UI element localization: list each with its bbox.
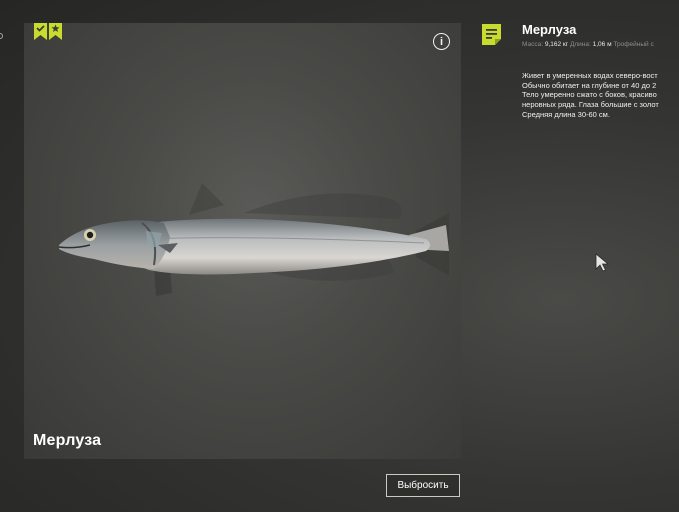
fish-card: i Мерлуза	[24, 23, 461, 459]
bookmark-check-icon	[34, 23, 47, 40]
detail-title: Мерлуза	[522, 22, 577, 37]
fish-detail-screen: i Мерлуза Выбросить Мерлуза Масса: 9,162…	[0, 0, 679, 512]
mass-label: Масса:	[522, 41, 544, 48]
fish-image	[58, 183, 449, 296]
edge-indicator	[0, 33, 3, 39]
description-line: Средняя длина 30-60 см.	[522, 109, 610, 119]
fish-description: Живет в умеренных водах северо-вост Обыч…	[522, 71, 679, 120]
discard-button[interactable]: Выбросить	[386, 474, 460, 497]
description-line: Обычно обитает на глубине от 40 до 2	[522, 80, 657, 90]
fish-stats: Масса: 9,162 кг Длина: 1,06 м Трофейный …	[522, 41, 654, 48]
length-value: 1,06 м	[592, 41, 612, 48]
fish-title: Мерлуза	[33, 432, 102, 449]
description-line: Живет в умеренных водах северо-вост	[522, 71, 658, 80]
mouse-cursor-icon	[595, 253, 610, 272]
note-icon	[482, 24, 501, 45]
length-label: Длина:	[569, 41, 591, 48]
mass-value: 9,162 кг	[544, 41, 569, 48]
trophy-label: Трофейный с	[613, 41, 654, 48]
info-icon: i	[439, 35, 444, 48]
description-line: неровных ряда. Глаза большие с золот	[522, 100, 659, 110]
bookmark-badges	[34, 23, 62, 40]
info-button[interactable]: i	[433, 33, 450, 50]
description-line: Тело умеренно сжато с боков, красиво	[522, 90, 657, 100]
bookmark-star-icon	[49, 23, 62, 40]
